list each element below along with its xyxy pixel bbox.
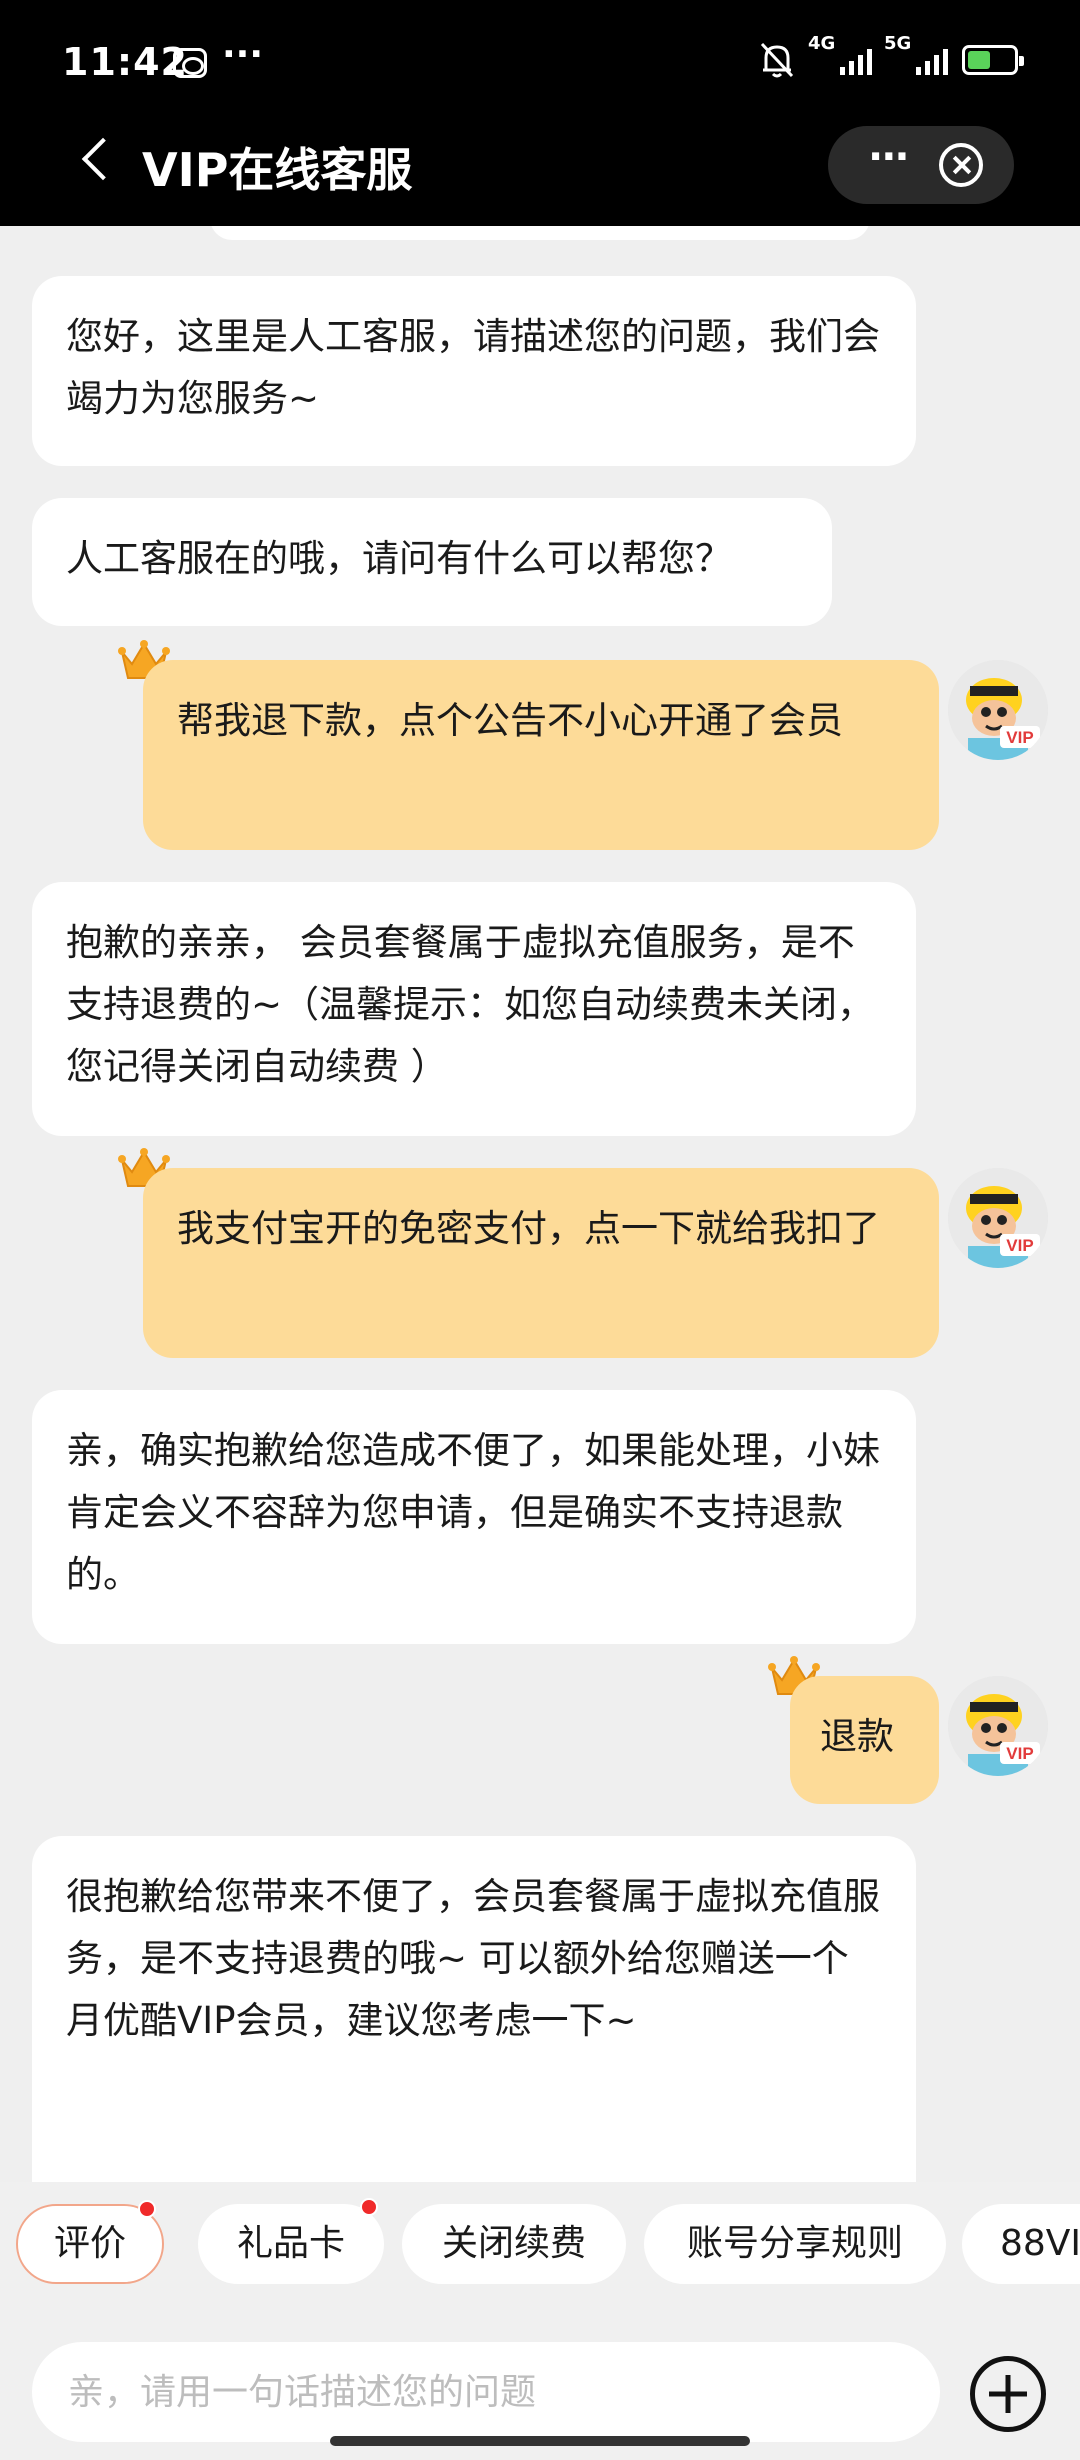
message-text: 人工客服在的哦，请问有什么可以帮您？ xyxy=(66,537,732,580)
message-input[interactable] xyxy=(32,2342,940,2442)
message-text: 您好，这里是人工客服，请描述您的问题，我们会竭力为您服务~ xyxy=(66,315,880,420)
notification-dot xyxy=(138,2200,156,2218)
signal-4g-icon: 4G xyxy=(808,33,872,75)
status-more-icon: ··· xyxy=(222,34,264,75)
message-text: 亲，确实抱歉给您造成不便了，如果能处理，小妹肯定会义不容辞为您申请，但是确实不支… xyxy=(66,1429,880,1596)
home-indicator[interactable] xyxy=(330,2436,750,2446)
message-text: 退款 xyxy=(820,1715,894,1758)
agent-message: 很抱歉给您带来不便了，会员套餐属于虚拟充值服务，是不支持退费的哦~ 可以额外给您… xyxy=(32,1836,916,2182)
message-text: 我支付宝开的免密支付，点一下就给我扣了 xyxy=(177,1207,880,1250)
chip-88vip[interactable]: 88VIP xyxy=(962,2204,1080,2284)
previous-message-fragment xyxy=(210,226,870,240)
agent-message: 您好，这里是人工客服，请描述您的问题，我们会竭力为您服务~ xyxy=(32,276,916,466)
message-text: 抱歉的亲亲， 会员套餐属于虚拟充值服务，是不支持退费的~（温馨提示：如您自动续费… xyxy=(66,921,875,1088)
more-icon[interactable]: ··· xyxy=(868,134,910,180)
monkey-vip-avatar-icon: VIP xyxy=(948,1168,1048,1268)
status-icons: 4G 5G xyxy=(758,33,1024,80)
close-icon[interactable] xyxy=(939,143,983,187)
user-message: 帮我退下款，点个公告不小心开通了会员 xyxy=(143,660,939,850)
notification-dot xyxy=(360,2198,378,2216)
chip-gift-card[interactable]: 礼品卡 xyxy=(198,2198,384,2284)
add-attachment-button[interactable] xyxy=(970,2356,1046,2432)
chip-cancel-renewal[interactable]: 关闭续费 xyxy=(402,2204,626,2284)
user-avatar[interactable]: VIP xyxy=(948,1676,1048,1776)
header: 11:42 ··· 4G 5G VIP在线客服 ··· xyxy=(0,0,1080,226)
page-title: VIP在线客服 xyxy=(142,143,413,197)
chip-rating[interactable]: 评价 xyxy=(16,2200,164,2284)
user-message: 退款 xyxy=(790,1676,939,1804)
battery-icon xyxy=(962,45,1024,75)
svg-text:VIP: VIP xyxy=(1006,728,1033,747)
message-text: 帮我退下款，点个公告不小心开通了会员 xyxy=(177,699,843,742)
agent-message: 亲，确实抱歉给您造成不便了，如果能处理，小妹肯定会义不容辞为您申请，但是确实不支… xyxy=(32,1390,916,1644)
message-text: 很抱歉给您带来不便了，会员套餐属于虚拟充值服务，是不支持退费的哦~ 可以额外给您… xyxy=(66,1875,880,2042)
monkey-vip-avatar-icon: VIP xyxy=(948,660,1048,760)
app-notification-icon xyxy=(173,48,207,78)
quick-action-bar[interactable]: 评价 礼品卡 关闭续费 账号分享规则 88VIP xyxy=(0,2182,1080,2316)
user-avatar[interactable]: VIP xyxy=(948,1168,1048,1268)
status-bar: 11:42 ··· 4G 5G xyxy=(0,0,1080,120)
monkey-vip-avatar-icon: VIP xyxy=(948,1676,1048,1776)
agent-message: 人工客服在的哦，请问有什么可以帮您？ xyxy=(32,498,832,626)
chip-account-sharing-rules[interactable]: 账号分享规则 xyxy=(644,2204,946,2284)
back-icon[interactable] xyxy=(81,137,125,181)
chat-area[interactable]: 您好，这里是人工客服，请描述您的问题，我们会竭力为您服务~ 人工客服在的哦，请问… xyxy=(0,226,1080,2182)
svg-text:VIP: VIP xyxy=(1006,1236,1033,1255)
user-message: 我支付宝开的免密支付，点一下就给我扣了 xyxy=(143,1168,939,1358)
mute-bell-icon xyxy=(760,42,794,78)
miniapp-capsule: ··· xyxy=(828,126,1014,204)
status-time: 11:42 xyxy=(62,40,188,84)
svg-text:VIP: VIP xyxy=(1006,1744,1033,1763)
user-avatar[interactable]: VIP xyxy=(948,660,1048,760)
signal-5g-icon: 5G xyxy=(884,33,948,75)
agent-message: 抱歉的亲亲， 会员套餐属于虚拟充值服务，是不支持退费的~（温馨提示：如您自动续费… xyxy=(32,882,916,1136)
